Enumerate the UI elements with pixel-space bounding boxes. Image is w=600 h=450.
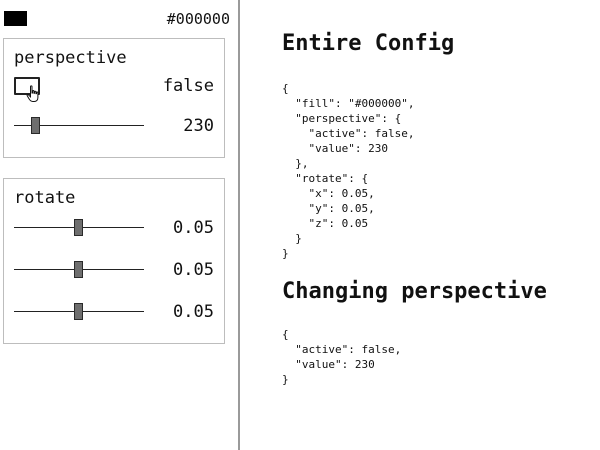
entire-config-code: { "fill": "#000000", "perspective": { "a… [282,82,415,260]
rotate-z-slider[interactable] [14,302,144,322]
perspective-group: perspective false 230 [3,38,225,158]
rotate-y-slider[interactable] [14,260,144,280]
rotate-x-slider[interactable] [14,218,144,238]
rotate-group: rotate 0.05 0.05 0.05 [3,178,225,344]
app-root: #000000 perspective false 230 rotate 0.0… [0,0,600,450]
rotate-x-value: 0.05 [173,218,214,238]
fill-control[interactable]: #000000 [4,10,230,28]
fill-color-swatch[interactable] [4,11,27,26]
rotate-y-value: 0.05 [173,260,214,280]
entire-config-heading: Entire Config [282,31,455,56]
slider-thumb[interactable] [74,261,83,278]
changing-perspective-code: { "active": false, "value": 230 } [282,328,402,386]
perspective-active-value: false [162,76,214,96]
fill-value-label: #000000 [166,10,230,28]
perspective-value-label: 230 [183,116,214,136]
content-area: Entire Config { "fill": "#000000", "pers… [282,0,592,450]
controls-panel: #000000 perspective false 230 rotate 0.0… [0,0,240,450]
perspective-value-slider[interactable] [14,116,144,136]
slider-thumb[interactable] [74,219,83,236]
rotate-z-value: 0.05 [173,302,214,322]
slider-thumb[interactable] [74,303,83,320]
slider-thumb[interactable] [31,117,41,134]
perspective-active-checkbox[interactable] [14,77,40,95]
rotate-group-title: rotate [14,188,76,208]
perspective-group-title: perspective [14,48,127,68]
changing-perspective-heading: Changing perspective [282,279,547,304]
